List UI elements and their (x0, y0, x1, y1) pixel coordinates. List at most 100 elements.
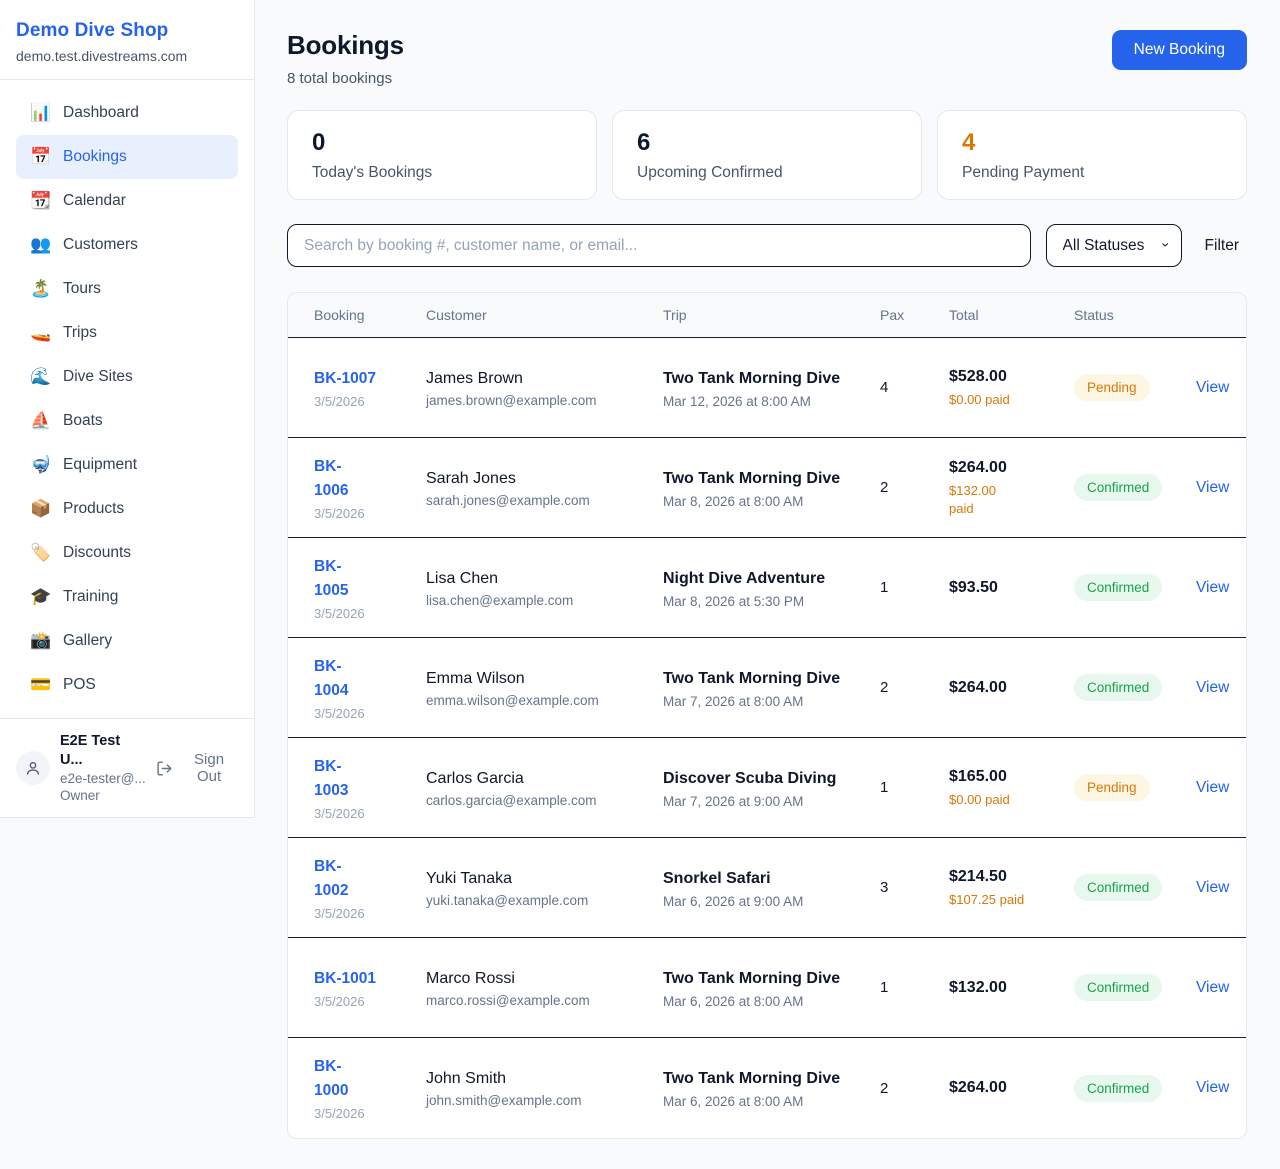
booking-id-link[interactable]: BK-1000 (314, 1055, 356, 1103)
table-row: BK-1004 3/5/2026 Emma Wilson emma.wilson… (288, 638, 1246, 738)
booking-id-link[interactable]: BK-1001 (314, 967, 376, 991)
credit-card-icon: 💳 (30, 673, 52, 697)
view-link[interactable]: View (1196, 779, 1229, 796)
shop-domain: demo.test.divestreams.com (16, 48, 238, 64)
trip-name: Two Tank Morning Dive (663, 967, 844, 991)
booking-id-link[interactable]: BK-1006 (314, 455, 356, 503)
user-info: E2E Test U... e2e-tester@... Owner (60, 732, 146, 804)
filter-controls: All Statuses › Filter (287, 224, 1247, 267)
stat-label: Pending Payment (962, 163, 1222, 182)
status-badge: Pending (1074, 374, 1150, 401)
booking-id-link[interactable]: BK-1005 (314, 555, 356, 603)
customer-email: emma.wilson@example.com (426, 693, 627, 708)
view-link[interactable]: View (1196, 479, 1229, 496)
trip-name: Discover Scuba Diving (663, 767, 844, 791)
view-link[interactable]: View (1196, 979, 1229, 996)
pax-count: 2 (854, 663, 923, 712)
table-row: BK-1005 3/5/2026 Lisa Chen lisa.chen@exa… (288, 538, 1246, 638)
user-panel: E2E Test U... e2e-tester@... Owner Sign … (0, 718, 254, 817)
booking-date: 3/5/2026 (314, 394, 390, 409)
column-header-total: Total (923, 293, 1048, 337)
bar-chart-icon: 📊 (30, 101, 52, 125)
booking-date: 3/5/2026 (314, 706, 390, 721)
sidebar-item-tours[interactable]: 🏝️ Tours (16, 267, 238, 311)
sidebar-item-training[interactable]: 🎓 Training (16, 575, 238, 619)
customer-email: carlos.garcia@example.com (426, 793, 627, 808)
view-link[interactable]: View (1196, 379, 1229, 396)
pax-count: 1 (854, 563, 923, 612)
total-amount: $264.00 (949, 1078, 1038, 1098)
customer-email: yuki.tanaka@example.com (426, 893, 627, 908)
customer-name: Yuki Tanaka (426, 868, 627, 889)
booking-id-link[interactable]: BK-1004 (314, 655, 356, 703)
customer-name: Lisa Chen (426, 568, 627, 589)
status-filter-select[interactable]: All Statuses (1046, 224, 1182, 267)
sidebar-item-products[interactable]: 📦 Products (16, 487, 238, 531)
table-row: BK-1006 3/5/2026 Sarah Jones sarah.jones… (288, 438, 1246, 538)
sidebar-item-equipment[interactable]: 🤿 Equipment (16, 443, 238, 487)
pax-count: 2 (854, 463, 923, 512)
user-role: Owner (60, 787, 146, 804)
trip-datetime: Mar 8, 2026 at 8:00 AM (663, 494, 844, 509)
stat-value: 4 (962, 128, 1222, 157)
trip-name: Two Tank Morning Dive (663, 1067, 844, 1091)
trip-datetime: Mar 6, 2026 at 8:00 AM (663, 1094, 844, 1109)
stat-value: 0 (312, 128, 572, 157)
sidebar-item-customers[interactable]: 👥 Customers (16, 223, 238, 267)
sidebar-item-dashboard[interactable]: 📊 Dashboard (16, 91, 238, 135)
search-input[interactable] (287, 224, 1031, 267)
page-header: Bookings 8 total bookings New Booking (287, 30, 1247, 87)
view-link[interactable]: View (1196, 679, 1229, 696)
app-root: Demo Dive Shop demo.test.divestreams.com… (0, 0, 1280, 1169)
booking-id-link[interactable]: BK-1007 (314, 367, 376, 391)
column-header-booking: Booking (288, 293, 400, 337)
trip-datetime: Mar 8, 2026 at 5:30 PM (663, 594, 844, 609)
stat-value: 6 (637, 128, 897, 157)
stats-cards: 0 Today's Bookings 6 Upcoming Confirmed … (287, 110, 1247, 200)
sidebar-item-boats[interactable]: ⛵ Boats (16, 399, 238, 443)
total-amount: $165.00 (949, 767, 1038, 787)
trip-datetime: Mar 7, 2026 at 8:00 AM (663, 694, 844, 709)
total-amount: $264.00 (949, 458, 1038, 478)
stat-label: Upcoming Confirmed (637, 163, 897, 182)
sidebar-item-dive-sites[interactable]: 🌊 Dive Sites (16, 355, 238, 399)
sidebar-item-gallery[interactable]: 📸 Gallery (16, 619, 238, 663)
sidebar-item-calendar[interactable]: 📆 Calendar (16, 179, 238, 223)
pax-count: 3 (854, 863, 923, 912)
customer-name: Carlos Garcia (426, 768, 627, 789)
total-amount: $132.00 (949, 978, 1038, 998)
sidebar-item-discounts[interactable]: 🏷️ Discounts (16, 531, 238, 575)
sidebar-item-pos[interactable]: 💳 POS (16, 663, 238, 707)
shop-name: Demo Dive Shop (16, 20, 238, 42)
pax-count: 1 (854, 963, 923, 1012)
customer-name: Emma Wilson (426, 668, 627, 689)
bookings-table-body: BK-1007 3/5/2026 James Brown james.brown… (288, 338, 1246, 1138)
status-badge: Confirmed (1074, 674, 1162, 701)
customer-email: john.smith@example.com (426, 1093, 627, 1108)
booking-id-link[interactable]: BK-1003 (314, 755, 356, 803)
view-link[interactable]: View (1196, 879, 1229, 896)
view-link[interactable]: View (1196, 1079, 1229, 1096)
booking-id-link[interactable]: BK-1002 (314, 855, 356, 903)
trip-name: Two Tank Morning Dive (663, 667, 844, 691)
trip-datetime: Mar 12, 2026 at 8:00 AM (663, 394, 844, 409)
table-header-row: BookingCustomerTripPaxTotalStatus (288, 293, 1246, 338)
table-row: BK-1000 3/5/2026 John Smith john.smith@e… (288, 1038, 1246, 1138)
sidebar-item-trips[interactable]: 🚤 Trips (16, 311, 238, 355)
filter-button[interactable]: Filter (1197, 237, 1247, 255)
column-header-trip: Trip (637, 293, 854, 337)
trip-name: Two Tank Morning Dive (663, 467, 844, 491)
sidebar-item-bookings[interactable]: 📅 Bookings (16, 135, 238, 179)
diving-mask-icon: 🤿 (30, 453, 52, 477)
new-booking-button[interactable]: New Booking (1112, 30, 1247, 70)
customer-name: John Smith (426, 1068, 627, 1089)
island-icon: 🏝️ (30, 277, 52, 301)
view-link[interactable]: View (1196, 579, 1229, 596)
customer-name: Sarah Jones (426, 468, 627, 489)
trip-datetime: Mar 6, 2026 at 9:00 AM (663, 894, 844, 909)
sign-out-button[interactable]: Sign Out (156, 751, 238, 785)
sidebar: Demo Dive Shop demo.test.divestreams.com… (0, 0, 255, 818)
total-amount: $93.50 (949, 578, 1038, 598)
stat-card: 4 Pending Payment (937, 110, 1247, 200)
booking-date: 3/5/2026 (314, 506, 390, 521)
